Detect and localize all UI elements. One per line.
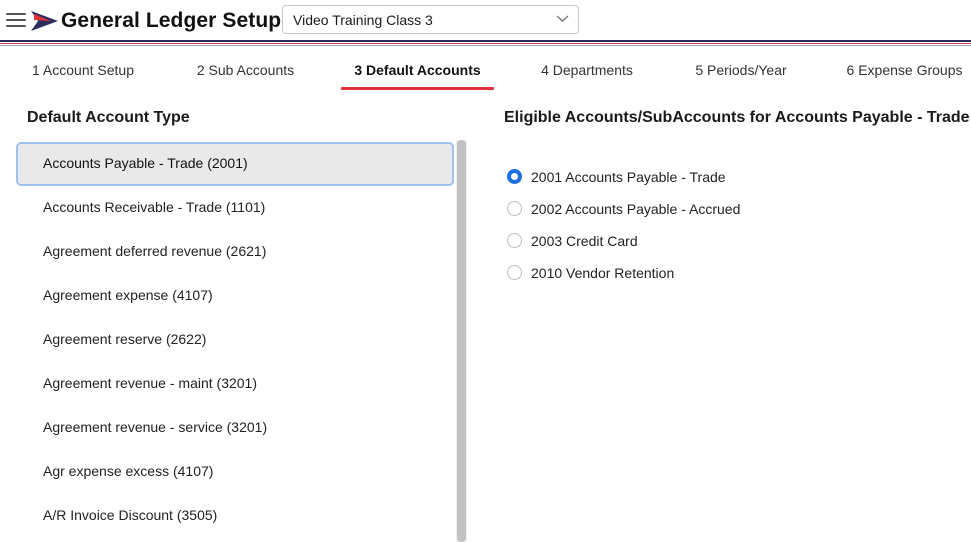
list-item[interactable]: Agr expense excess (4107) — [16, 450, 454, 494]
list-item-label: Agr expense excess (4107) — [43, 463, 214, 479]
tab-sub-accounts[interactable]: 2 Sub Accounts — [187, 50, 304, 90]
scrollbar-thumb[interactable] — [457, 140, 466, 542]
radio-option[interactable]: 2003 Credit Card — [506, 229, 926, 253]
radio-button[interactable] — [507, 201, 522, 216]
tab-default-accounts[interactable]: 3 Default Accounts — [341, 50, 494, 90]
flag-logo-icon — [31, 11, 58, 31]
tab-expense-groups[interactable]: 6 Expense Groups — [838, 50, 971, 90]
radio-button[interactable] — [507, 169, 522, 184]
chevron-down-icon — [556, 15, 569, 22]
list-item-label: Agreement revenue - maint (3201) — [43, 375, 257, 391]
radio-option-label: 2001 Accounts Payable - Trade — [531, 169, 726, 185]
tab-account-setup[interactable]: 1 Account Setup — [22, 50, 144, 90]
list-item[interactable]: Agreement revenue - service (3201) — [16, 406, 454, 450]
radio-option[interactable]: 2002 Accounts Payable - Accrued — [506, 197, 926, 221]
hamburger-menu-icon[interactable] — [6, 12, 26, 29]
list-item-label: A/R Invoice Discount (3505) — [43, 507, 218, 523]
default-account-type-heading: Default Account Type — [27, 109, 190, 126]
header-divider — [0, 40, 971, 47]
list-scrollbar[interactable] — [456, 140, 467, 542]
list-item[interactable]: Accounts Payable - Trade (2001) — [16, 142, 454, 186]
app-header: General Ledger Setup Video Training Clas… — [0, 0, 971, 47]
page-title: General Ledger Setup — [61, 9, 282, 32]
list-item[interactable]: A/R Invoice Discount (3505) — [16, 494, 454, 538]
list-item[interactable]: Agreement reserve (2622) — [16, 318, 454, 362]
list-item[interactable]: Agreement expense (4107) — [16, 274, 454, 318]
company-select[interactable]: Video Training Class 3 — [282, 5, 579, 34]
list-item[interactable]: Accounts Receivable - Trade (1101) — [16, 186, 454, 230]
tab-departments[interactable]: 4 Departments — [531, 50, 643, 90]
list-item[interactable]: Agreement revenue - maint (3201) — [16, 362, 454, 406]
list-item[interactable]: Agreement deferred revenue (2621) — [16, 230, 454, 274]
radio-option[interactable]: 2010 Vendor Retention — [506, 261, 926, 285]
list-item-label: Agreement reserve (2622) — [43, 331, 207, 347]
list-item-label: Agreement deferred revenue (2621) — [43, 243, 267, 259]
setup-tabs: 1 Account Setup 2 Sub Accounts 3 Default… — [0, 50, 971, 90]
radio-option-label: 2002 Accounts Payable - Accrued — [531, 201, 741, 217]
radio-option[interactable]: 2001 Accounts Payable - Trade — [506, 165, 926, 189]
radio-button[interactable] — [507, 233, 522, 248]
company-select-value: Video Training Class 3 — [293, 12, 433, 28]
radio-option-label: 2010 Vendor Retention — [531, 265, 675, 281]
radio-button[interactable] — [507, 265, 522, 280]
list-item-label: Agreement expense (4107) — [43, 287, 213, 303]
list-item-label: Agreement revenue - service (3201) — [43, 419, 268, 435]
list-item-label: Accounts Payable - Trade (2001) — [43, 155, 248, 171]
default-account-type-list: Accounts Payable - Trade (2001) Accounts… — [16, 142, 454, 542]
radio-option-label: 2003 Credit Card — [531, 233, 638, 249]
list-item-label: Accounts Receivable - Trade (1101) — [43, 199, 266, 215]
eligible-accounts-heading: Eligible Accounts/SubAccounts for Accoun… — [504, 109, 970, 126]
tab-periods-year[interactable]: 5 Periods/Year — [686, 50, 796, 90]
